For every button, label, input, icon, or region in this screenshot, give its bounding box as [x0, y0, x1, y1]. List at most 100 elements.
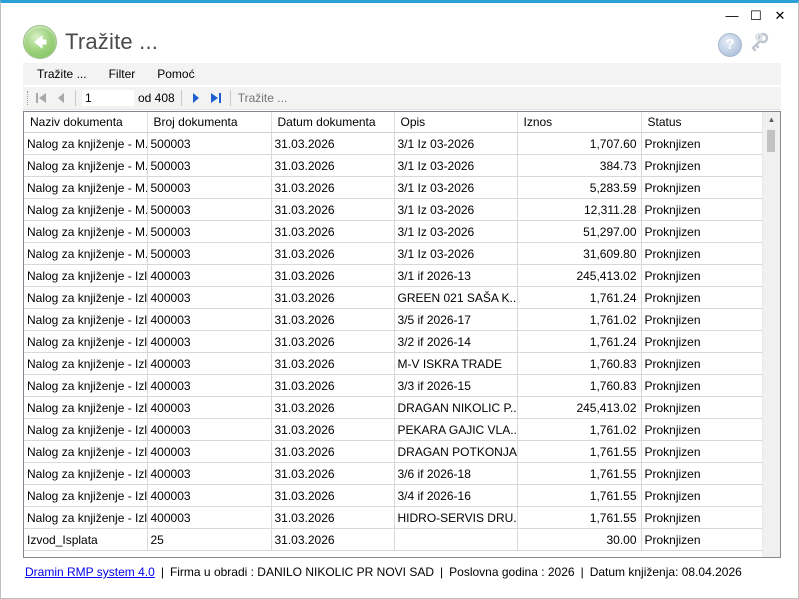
status-bar: Dramin RMP system 4.0 | Firma u obradi :…	[23, 562, 781, 582]
table-cell: 31.03.2026	[271, 462, 395, 485]
status-separator: |	[160, 565, 164, 579]
table-cell: 245,413.02	[517, 396, 642, 419]
table-cell: 3/1 if 2026-13	[394, 264, 518, 287]
table-cell: Proknjizen	[641, 374, 765, 397]
table-row[interactable]: Izvod_Isplata 25 31.03.2026 30.00 Proknjizen	[24, 528, 765, 551]
column-header[interactable]: Naziv dokumenta	[24, 112, 148, 133]
table-row[interactable]: Nalog za knjiženje - Izl... 400003 31.03.2…	[24, 396, 765, 419]
table-row[interactable]: Nalog za knjiženje - Izl... 400003 31.03.2…	[24, 264, 765, 287]
table-cell: Proknjizen	[641, 484, 765, 507]
column-header[interactable]: Iznos	[517, 112, 642, 133]
page-count-label: od 408	[138, 91, 175, 105]
table-cell: 31.03.2026	[271, 242, 395, 265]
table-cell: 5,283.59	[517, 176, 642, 199]
table-cell: Nalog za knjiženje - M...	[24, 220, 148, 243]
table-cell: Nalog za knjiženje - Izl...	[24, 374, 148, 397]
next-page-button[interactable]	[186, 89, 206, 107]
table-cell: Nalog za knjiženje - Izl...	[24, 484, 148, 507]
table-cell: 1,760.83	[517, 352, 642, 375]
table-row[interactable]: Nalog za knjiženje - Izl... 400003 31.03.2…	[24, 308, 765, 331]
arrow-left-icon	[34, 35, 47, 49]
last-page-button[interactable]	[206, 89, 226, 107]
table-cell: 1,707.60	[517, 132, 642, 155]
documents-grid: Naziv dokumenta Broj dokumenta Datum dokum…	[23, 111, 781, 558]
table-cell: 1,761.24	[517, 286, 642, 309]
table-cell: 31.03.2026	[271, 330, 395, 353]
table-row[interactable]: Nalog za knjiženje - M... 500003 31.03.202…	[24, 132, 765, 155]
table-cell: Proknjizen	[641, 132, 765, 155]
close-button[interactable]: ✕	[768, 7, 792, 25]
table-cell: 3/1 Iz 03-2026	[394, 242, 518, 265]
table-cell: 1,761.55	[517, 484, 642, 507]
table-cell: Nalog za knjiženje - M...	[24, 176, 148, 199]
table-cell: 3/2 if 2026-14	[394, 330, 518, 353]
toolbar-separator	[180, 90, 182, 106]
first-page-button[interactable]	[31, 89, 51, 107]
column-header[interactable]: Status	[641, 112, 765, 133]
back-button[interactable]	[23, 25, 57, 59]
vertical-scrollbar[interactable]: ▲	[762, 112, 780, 557]
table-cell: 1,761.55	[517, 506, 642, 529]
table-cell: Nalog za knjiženje - Izl...	[24, 396, 148, 419]
table-row[interactable]: Nalog za knjiženje - M... 500003 31.03.202…	[24, 154, 765, 177]
table-row[interactable]: Nalog za knjiženje - Izl... 400003 31.03.2…	[24, 440, 765, 463]
table-cell: 400003	[147, 308, 272, 331]
column-header[interactable]: Broj dokumenta	[147, 112, 272, 133]
table-row[interactable]: Nalog za knjiženje - Izl... 400003 31.03.2…	[24, 462, 765, 485]
table-row[interactable]: Nalog za knjiženje - M... 500003 31.03.202…	[24, 242, 765, 265]
column-header[interactable]: Opis	[394, 112, 518, 133]
table-cell: 1,761.55	[517, 462, 642, 485]
title-area: Tražite ...	[23, 25, 158, 59]
table-row[interactable]: Nalog za knjiženje - M... 500003 31.03.202…	[24, 198, 765, 221]
table-cell: 3/1 Iz 03-2026	[394, 198, 518, 221]
search-input[interactable]	[234, 90, 371, 106]
previous-page-icon	[58, 93, 64, 103]
maximize-button[interactable]: ☐	[744, 7, 768, 25]
menu-item-search[interactable]: Tražite ...	[29, 67, 95, 81]
table-cell: 31.03.2026	[271, 154, 395, 177]
help-icon[interactable]: ?	[718, 33, 742, 57]
column-header[interactable]: Datum dokumenta	[271, 112, 395, 133]
previous-page-button[interactable]	[51, 89, 71, 107]
table-row[interactable]: Nalog za knjiženje - M... 500003 31.03.202…	[24, 176, 765, 199]
table-cell: Nalog za knjiženje - M...	[24, 198, 148, 221]
app-link[interactable]: Dramin RMP system 4.0	[25, 565, 155, 579]
table-cell: 25	[147, 528, 272, 551]
table-row[interactable]: Nalog za knjiženje - Izl... 400003 31.03.2…	[24, 286, 765, 309]
table-cell: 31.03.2026	[271, 132, 395, 155]
keys-icon[interactable]	[748, 31, 772, 55]
minimize-button[interactable]: —	[720, 7, 744, 25]
table-row[interactable]: Nalog za knjiženje - Izl... 400003 31.03.2…	[24, 418, 765, 441]
table-cell: Nalog za knjiženje - M...	[24, 132, 148, 155]
table-row[interactable]: Nalog za knjiženje - Izl... 400003 31.03.2…	[24, 374, 765, 397]
table-row[interactable]: Nalog za knjiženje - M... 500003 31.03.202…	[24, 220, 765, 243]
table-cell: 51,297.00	[517, 220, 642, 243]
table-cell: DRAGAN NIKOLIC P...	[394, 396, 518, 419]
table-row[interactable]: Nalog za knjiženje - Izl... 400003 31.03.2…	[24, 330, 765, 353]
table-cell: 31.03.2026	[271, 220, 395, 243]
scrollbar-thumb[interactable]	[767, 130, 775, 152]
table-cell: Nalog za knjiženje - M...	[24, 154, 148, 177]
table-cell: 31.03.2026	[271, 176, 395, 199]
table-row[interactable]: Nalog za knjiženje - Izl... 400003 31.03.2…	[24, 352, 765, 375]
table-row[interactable]: Nalog za knjiženje - Izl... 400003 31.03.2…	[24, 506, 765, 529]
table-row[interactable]: Nalog za knjiženje - Izl... 400003 31.03.2…	[24, 484, 765, 507]
page-number-input[interactable]	[82, 90, 134, 106]
menu-item-filter[interactable]: Filter	[101, 67, 144, 81]
table-cell: 1,761.02	[517, 308, 642, 331]
menu-item-help[interactable]: Pomoć	[149, 67, 202, 81]
table-header-row: Naziv dokumenta Broj dokumenta Datum dokum…	[24, 112, 765, 133]
table-cell: Proknjizen	[641, 220, 765, 243]
table-cell: 400003	[147, 440, 272, 463]
table-cell	[394, 528, 518, 551]
status-separator: |	[580, 565, 584, 579]
scroll-up-icon[interactable]: ▲	[763, 112, 780, 128]
table-cell: 3/1 Iz 03-2026	[394, 154, 518, 177]
table-cell: Proknjizen	[641, 264, 765, 287]
table-cell: 500003	[147, 220, 272, 243]
table-cell: 1,761.55	[517, 440, 642, 463]
table-cell: 500003	[147, 198, 272, 221]
table-cell: Proknjizen	[641, 506, 765, 529]
table-cell: Proknjizen	[641, 528, 765, 551]
table-cell: Proknjizen	[641, 330, 765, 353]
